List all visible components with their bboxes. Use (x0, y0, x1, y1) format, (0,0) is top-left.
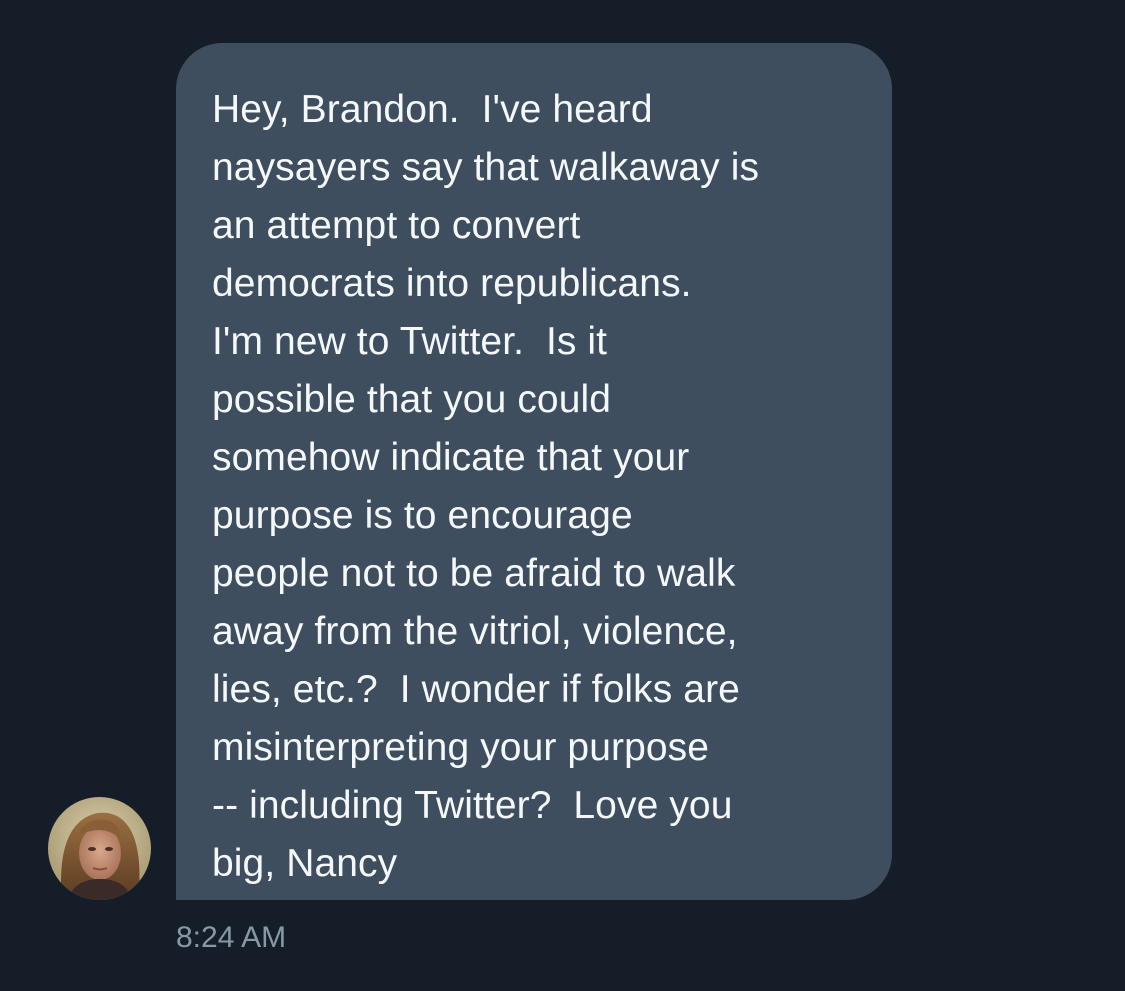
user-avatar-photo-icon (48, 797, 151, 900)
sender-avatar[interactable] (48, 797, 151, 900)
message-line: Hey, Brandon. I've heard (212, 88, 653, 131)
message-bubble[interactable]: Hey, Brandon. I've heard naysayers say t… (176, 43, 892, 900)
message-line: misinterpreting your purpose (212, 726, 710, 769)
message-line: purpose is to encourage (212, 494, 633, 537)
message-line: -- including Twitter? Love you (212, 784, 733, 827)
message-timestamp: 8:24 AM (176, 921, 287, 954)
message-line: democrats into republicans. (212, 262, 692, 305)
message-line: somehow indicate that your (212, 436, 690, 479)
message-line: naysayers say that walkaway is (212, 146, 760, 189)
message-line: away from the vitriol, violence, (212, 610, 738, 653)
message-line: big, Nancy (212, 842, 398, 885)
message-line: possible that you could (212, 378, 612, 421)
message-line: an attempt to convert (212, 204, 581, 247)
message-line: lies, etc.? I wonder if folks are (212, 668, 740, 711)
message-line: people not to be afraid to walk (212, 552, 736, 595)
message-line: I'm new to Twitter. Is it (212, 320, 608, 363)
